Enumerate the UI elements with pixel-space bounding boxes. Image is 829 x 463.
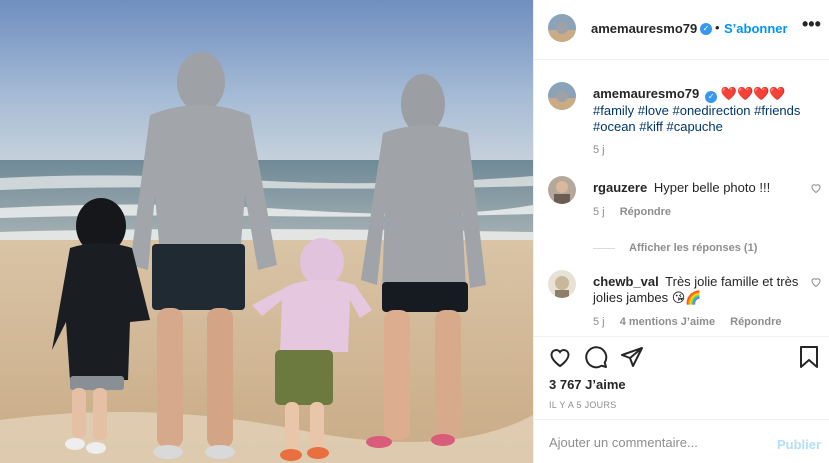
- comment-meta: 5 j 4 mentions J’aime Répondre: [593, 316, 793, 328]
- separator-dot: •: [715, 20, 720, 35]
- caption-text: amemauresmo79 ✓ ❤️❤️❤️❤️ #family #love #o…: [593, 86, 808, 135]
- share-icon[interactable]: [620, 345, 644, 369]
- caption-username[interactable]: amemauresmo79: [593, 86, 699, 101]
- comment-age[interactable]: 5 j: [593, 206, 605, 218]
- post-photo[interactable]: [0, 0, 533, 463]
- comment-text: chewb_val Très jolie famille et très jol…: [593, 274, 808, 306]
- comment-age[interactable]: 5 j: [593, 316, 605, 328]
- more-options-icon[interactable]: •••: [802, 14, 821, 35]
- comment-body: Hyper belle photo !!!: [653, 180, 771, 195]
- comment-likes[interactable]: 4 mentions J’aime: [620, 316, 715, 328]
- like-comment-heart-icon[interactable]: [810, 182, 822, 194]
- comment-meta: 5 j Répondre: [593, 206, 683, 218]
- commenter-avatar[interactable]: [548, 176, 576, 204]
- caption-hashtags[interactable]: #family #love #onedirection #friends #oc…: [593, 103, 800, 134]
- caption-avatar[interactable]: [548, 82, 576, 110]
- view-replies-label: Afficher les réponses (1): [629, 242, 758, 254]
- view-replies-button[interactable]: Afficher les réponses (1): [593, 242, 757, 254]
- verified-badge-icon: ✓: [700, 23, 712, 35]
- author-avatar[interactable]: [548, 14, 576, 42]
- comment-icon[interactable]: [584, 345, 608, 369]
- bookmark-icon[interactable]: [798, 345, 820, 369]
- caption-age[interactable]: 5 j: [593, 144, 605, 156]
- commenter-avatar[interactable]: [548, 270, 576, 298]
- comment-text: rgauzere Hyper belle photo !!!: [593, 180, 808, 196]
- family-beach-photo: [0, 0, 533, 463]
- post-sidebar: amemauresmo79 ✓ • S’abonner ••• amemaure…: [533, 0, 829, 463]
- comment-username[interactable]: chewb_val: [593, 274, 659, 289]
- add-comment-bar: Publier: [534, 419, 829, 463]
- post-timestamp[interactable]: IL Y A 5 JOURS: [549, 400, 617, 410]
- author-username[interactable]: amemauresmo79: [591, 21, 697, 36]
- caption-meta: 5 j: [593, 144, 617, 156]
- likes-count[interactable]: 3 767 J’aime: [549, 377, 626, 392]
- action-bar: 3 767 J’aime IL Y A 5 JOURS: [534, 336, 829, 419]
- heart-icon[interactable]: [548, 345, 572, 369]
- comment-input[interactable]: [549, 432, 764, 452]
- reply-button[interactable]: Répondre: [620, 206, 671, 218]
- replies-divider: [593, 247, 615, 249]
- post-comment-button[interactable]: Publier: [777, 437, 821, 452]
- comment-username[interactable]: rgauzere: [593, 180, 647, 195]
- caption-hearts: ❤️❤️❤️❤️: [720, 86, 786, 101]
- reply-button[interactable]: Répondre: [730, 316, 781, 328]
- verified-badge-icon: ✓: [705, 91, 718, 103]
- like-comment-heart-icon[interactable]: [810, 276, 822, 288]
- follow-button[interactable]: S’abonner: [724, 21, 788, 36]
- post-header: amemauresmo79 ✓ • S’abonner •••: [534, 0, 829, 60]
- comments-list[interactable]: amemauresmo79 ✓ ❤️❤️❤️❤️ #family #love #o…: [534, 61, 829, 336]
